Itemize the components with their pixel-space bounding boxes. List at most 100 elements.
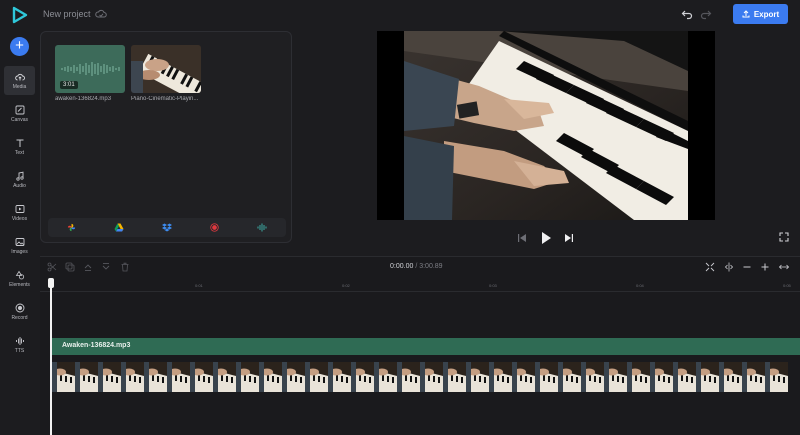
- sidebar-item-videos[interactable]: Videos: [4, 198, 35, 227]
- playhead-handle[interactable]: [48, 278, 54, 288]
- sidebar-item-record[interactable]: Record: [4, 297, 35, 326]
- video-filmstrip-frame: [328, 362, 351, 392]
- google-photos-button[interactable]: [48, 218, 96, 237]
- google-drive-icon: [114, 223, 124, 232]
- video-filmstrip-frame: [190, 362, 213, 392]
- play-icon[interactable]: [540, 231, 552, 245]
- video-filmstrip-frame: [512, 362, 535, 392]
- bring-forward-icon[interactable]: [83, 262, 93, 272]
- sidebar-item-media[interactable]: Media: [4, 66, 35, 95]
- video-filmstrip-frame: [765, 362, 788, 392]
- timeline-toolbar: 0:00.00 / 3:00.89: [40, 257, 800, 278]
- video-filmstrip-frame: [696, 362, 719, 392]
- zoom-out-icon[interactable]: [742, 262, 752, 272]
- app-logo-icon[interactable]: [12, 6, 28, 24]
- video-file-thumbnail[interactable]: [131, 45, 201, 93]
- video-filmstrip-frame: [650, 362, 673, 392]
- video-filmstrip-frame: [98, 362, 121, 392]
- video-filmstrip-frame: [75, 362, 98, 392]
- ruler-tick: 0:02: [342, 283, 350, 288]
- audio-duration-badge: 3:01: [60, 81, 78, 89]
- sidebar-item-elements[interactable]: Elements: [4, 264, 35, 293]
- sidebar-item-text[interactable]: Text: [4, 132, 35, 161]
- sidebar-item-label: Elements: [9, 281, 30, 288]
- redo-icon[interactable]: [700, 8, 712, 20]
- sidebar-item-images[interactable]: Images: [4, 231, 35, 260]
- skip-back-icon[interactable]: [517, 233, 527, 243]
- ruler-tick: 0:01: [195, 283, 203, 288]
- text-icon: [16, 139, 23, 147]
- video-filmstrip-frame: [535, 362, 558, 392]
- fit-timeline-icon[interactable]: [705, 262, 715, 272]
- timeline-panel: 0:00.00 / 3:00.89 0 0:01 0:02: [40, 256, 800, 435]
- export-label: Export: [753, 9, 780, 19]
- video-filmstrip-frame: [558, 362, 581, 392]
- left-sidebar: + Media Canvas Text Audio Videos Images …: [0, 31, 40, 435]
- audio-filename: awaken-136824.mp3: [55, 96, 112, 102]
- video-filmstrip-frame: [305, 362, 328, 392]
- header: New project Export: [0, 0, 800, 31]
- video-filmstrip-frame: [604, 362, 627, 392]
- google-photos-icon: [68, 223, 76, 232]
- sidebar-item-canvas[interactable]: Canvas: [4, 99, 35, 128]
- video-filmstrip-frame: [259, 362, 282, 392]
- waveform-icon: [15, 336, 24, 345]
- sidebar-item-audio[interactable]: Audio: [4, 165, 35, 194]
- export-button[interactable]: Export: [733, 4, 788, 24]
- music-note-icon: [15, 171, 24, 181]
- sidebar-item-label: Audio: [13, 182, 26, 189]
- project-title[interactable]: New project: [43, 9, 91, 19]
- video-filmstrip-frame: [282, 362, 305, 392]
- sidebar-item-tts[interactable]: TTS: [4, 330, 35, 359]
- ruler-tick: 0:05: [783, 283, 791, 288]
- expand-timeline-icon[interactable]: [779, 262, 789, 272]
- sidebar-item-label: Record: [11, 314, 28, 321]
- playback-controls: [517, 231, 575, 245]
- dropbox-button[interactable]: [143, 218, 191, 237]
- split-icon[interactable]: [47, 262, 57, 272]
- media-library-panel: 3:01 awaken-136824.mp3 Piano-Cinematic-P…: [40, 31, 292, 243]
- google-drive-button[interactable]: [96, 218, 144, 237]
- sidebar-item-label: Videos: [11, 215, 28, 222]
- add-button[interactable]: +: [10, 37, 29, 56]
- preview-frame: [404, 31, 688, 220]
- snap-icon[interactable]: [724, 262, 734, 272]
- video-filmstrip-frame: [121, 362, 144, 392]
- duplicate-icon[interactable]: [65, 262, 75, 272]
- piano-video-thumbnail-image: [131, 45, 201, 93]
- video-filmstrip-frame: [236, 362, 259, 392]
- video-filmstrip-frame: [374, 362, 397, 392]
- skip-forward-icon[interactable]: [564, 233, 574, 243]
- timeline-ruler[interactable]: 0 0:01 0:02 0:03 0:04 0:05: [40, 280, 800, 292]
- zoom-in-icon[interactable]: [760, 262, 770, 272]
- record-icon: [15, 303, 24, 312]
- video-filmstrip-frame: [466, 362, 489, 392]
- audio-track-clip[interactable]: Awaken-136824.mp3: [52, 338, 800, 355]
- cloud-upload-icon: [14, 73, 25, 80]
- delete-icon[interactable]: [120, 262, 130, 272]
- undo-icon[interactable]: [681, 8, 693, 20]
- video-filmstrip-frame: [443, 362, 466, 392]
- current-time: 0:00.00: [390, 263, 414, 270]
- cloud-sync-icon: [95, 9, 107, 18]
- canvas-icon: [15, 105, 24, 114]
- record-button[interactable]: [191, 218, 239, 237]
- fullscreen-icon[interactable]: [779, 232, 789, 242]
- text-to-speech-button[interactable]: [238, 218, 286, 237]
- video-preview-canvas[interactable]: [377, 31, 715, 220]
- video-icon: [15, 204, 24, 213]
- timecode-display: 0:00.00 / 3:00.89: [390, 263, 443, 270]
- audio-wave-icon: [257, 223, 267, 232]
- audio-file-thumbnail[interactable]: 3:01: [55, 45, 125, 93]
- video-filmstrip-frame: [627, 362, 650, 392]
- video-filmstrip-frame: [397, 362, 420, 392]
- record-icon: [210, 223, 219, 232]
- playhead[interactable]: [48, 278, 54, 435]
- video-track-clip[interactable]: [52, 362, 788, 392]
- video-filmstrip-frame: [581, 362, 604, 392]
- sidebar-item-label: Media: [12, 83, 27, 90]
- video-filmstrip-frame: [420, 362, 443, 392]
- piano-preview-image: [404, 31, 688, 220]
- send-backward-icon[interactable]: [101, 262, 111, 272]
- video-filmstrip-frame: [719, 362, 742, 392]
